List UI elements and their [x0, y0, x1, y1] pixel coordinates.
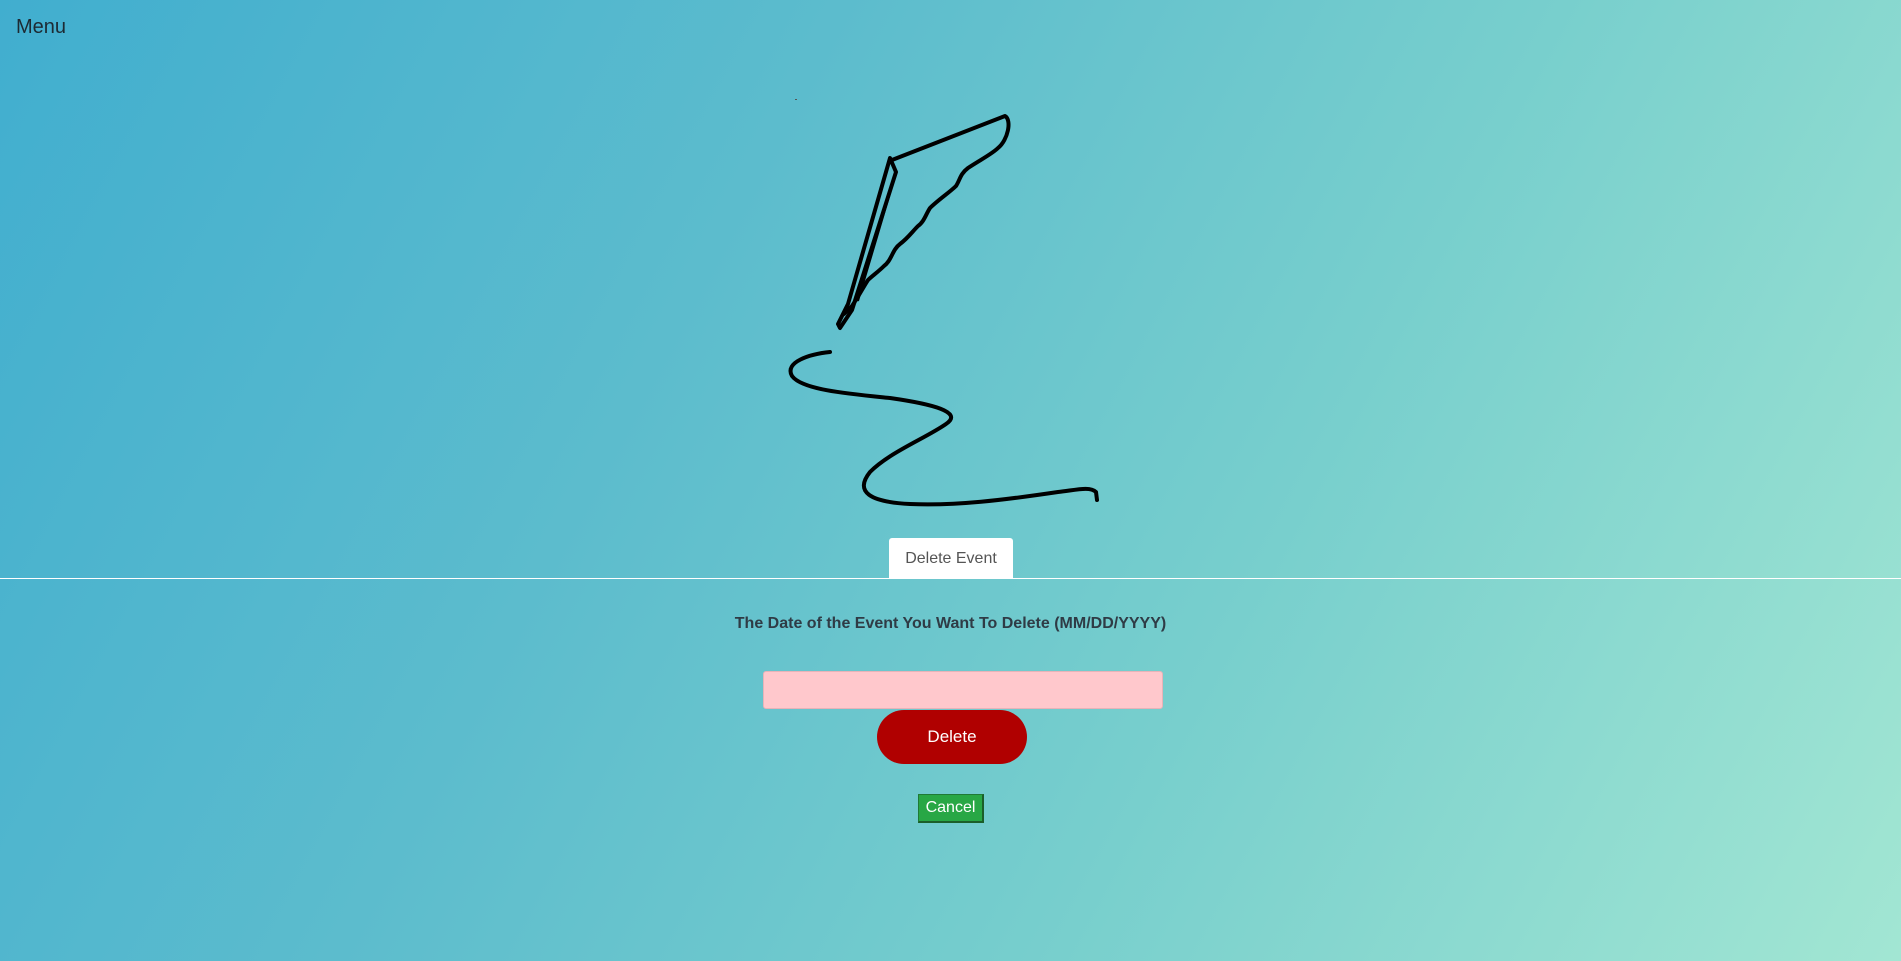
signature-stroke	[788, 350, 1099, 507]
quill-feather	[842, 114, 1011, 316]
date-prompt-label: The Date of the Event You Want To Delete…	[734, 615, 1167, 632]
quill-shaft-inner	[856, 170, 898, 302]
tab-delete-event[interactable]: Delete Event	[889, 538, 1013, 579]
quill-shaft	[836, 156, 898, 330]
event-date-input[interactable]	[763, 671, 1163, 709]
delete-button[interactable]: Delete	[877, 710, 1027, 764]
divider	[0, 578, 1901, 579]
quill-pen-signature-icon	[788, 114, 1099, 507]
cancel-button[interactable]: Cancel	[918, 794, 984, 823]
menu-link[interactable]: Menu	[16, 16, 66, 39]
